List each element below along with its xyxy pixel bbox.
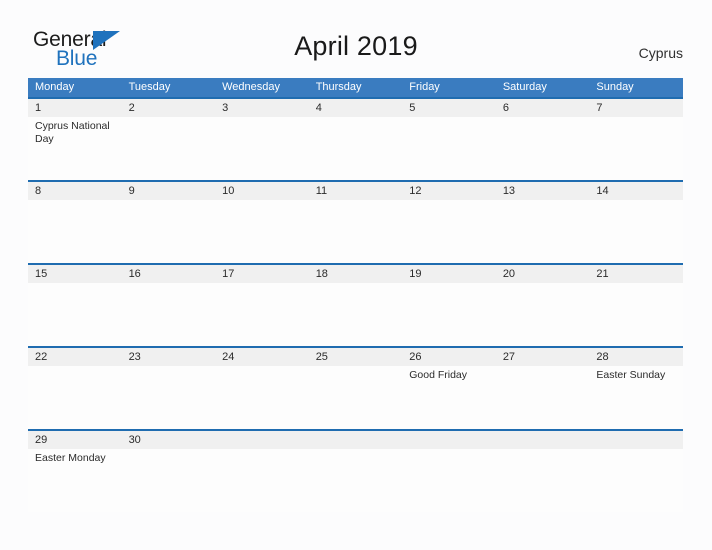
date-number[interactable]: 25	[309, 348, 403, 366]
day-of-week-header: Monday Tuesday Wednesday Thursday Friday Satu…	[28, 78, 683, 97]
calendar-week-row: 8 9 10 11 12 13 14	[28, 180, 683, 263]
page-title: April 2019	[294, 31, 418, 61]
day-cell	[496, 117, 590, 180]
day-cell	[215, 283, 309, 346]
day-cell	[122, 117, 216, 180]
week-event-band	[28, 283, 683, 346]
date-number[interactable]: 1	[28, 99, 122, 117]
date-number[interactable]	[402, 431, 496, 449]
date-number[interactable]: 13	[496, 182, 590, 200]
date-number[interactable]: 5	[402, 99, 496, 117]
date-number[interactable]: 11	[309, 182, 403, 200]
day-cell	[402, 117, 496, 180]
day-cell	[122, 366, 216, 429]
day-cell	[402, 449, 496, 512]
date-number[interactable]: 18	[309, 265, 403, 283]
date-number[interactable]: 23	[122, 348, 216, 366]
week-event-band: Easter Monday	[28, 449, 683, 512]
day-of-week-sunday: Sunday	[596, 81, 634, 93]
week-date-band: 1234567	[28, 97, 683, 117]
date-number[interactable]: 21	[589, 265, 683, 283]
day-cell	[215, 449, 309, 512]
date-number[interactable]: 6	[496, 99, 590, 117]
date-number[interactable]: 2	[122, 99, 216, 117]
day-cell	[309, 449, 403, 512]
day-cell	[402, 200, 496, 263]
week-event-band: Good Friday Easter Sunday	[28, 366, 683, 429]
date-number[interactable]: 4	[309, 99, 403, 117]
day-cell	[122, 449, 216, 512]
day-of-week-friday: Friday	[409, 81, 440, 93]
page-header: General Blue April 2019 Cyprus	[0, 0, 712, 76]
day-cell	[589, 449, 683, 512]
date-number[interactable]: 26	[402, 348, 496, 366]
day-of-week-monday: Monday	[35, 81, 75, 93]
holiday-event[interactable]: Good Friday	[402, 366, 496, 429]
day-cell	[28, 200, 122, 263]
date-number[interactable]: 17	[215, 265, 309, 283]
date-number[interactable]: 30	[122, 431, 216, 449]
holiday-event[interactable]: Easter Monday	[28, 449, 122, 512]
date-number[interactable]: 16	[122, 265, 216, 283]
day-cell	[589, 200, 683, 263]
day-of-week-thursday: Thursday	[315, 81, 362, 93]
date-number[interactable]: 14	[589, 182, 683, 200]
date-number[interactable]: 7	[589, 99, 683, 117]
date-number[interactable]: 8	[28, 182, 122, 200]
day-cell	[122, 200, 216, 263]
calendar-page: General Blue April 2019 Cyprus Monday Tue…	[0, 0, 712, 550]
day-cell	[496, 200, 590, 263]
calendar-table: Monday Tuesday Wednesday Thursday Friday Satu…	[28, 78, 683, 512]
date-number[interactable]: 27	[496, 348, 590, 366]
day-cell	[122, 283, 216, 346]
date-number[interactable]: 10	[215, 182, 309, 200]
date-number[interactable]: 24	[215, 348, 309, 366]
date-number[interactable]	[589, 431, 683, 449]
day-cell	[215, 366, 309, 429]
day-cell	[496, 449, 590, 512]
date-number[interactable]: 19	[402, 265, 496, 283]
week-event-band	[28, 200, 683, 263]
day-cell	[496, 283, 590, 346]
week-date-band: 8 9 10 11 12 13 14	[28, 180, 683, 200]
day-of-week-tuesday: Tuesday	[128, 81, 171, 93]
day-cell	[309, 200, 403, 263]
date-number[interactable]: 28	[589, 348, 683, 366]
date-number[interactable]	[496, 431, 590, 449]
day-cell	[28, 283, 122, 346]
day-cell	[589, 117, 683, 180]
date-number[interactable]: 29	[28, 431, 122, 449]
holiday-event[interactable]: Cyprus National Day	[28, 117, 122, 180]
date-number[interactable]	[215, 431, 309, 449]
day-cell	[309, 117, 403, 180]
date-number[interactable]: 20	[496, 265, 590, 283]
day-of-week-wednesday: Wednesday	[222, 81, 281, 93]
date-number[interactable]: 12	[402, 182, 496, 200]
holiday-event[interactable]: Easter Sunday	[589, 366, 683, 429]
date-number[interactable]: 22	[28, 348, 122, 366]
day-cell	[215, 200, 309, 263]
day-cell	[309, 283, 403, 346]
day-of-week-saturday: Saturday	[502, 81, 547, 93]
date-number[interactable]	[309, 431, 403, 449]
day-cell	[402, 283, 496, 346]
week-date-band: 22 23 24 25 26 27 28	[28, 346, 683, 366]
country-label: Cyprus	[638, 45, 683, 61]
calendar-week-row: 22 23 24 25 26 27 28 Good Friday Easter Sunday	[28, 346, 683, 429]
week-event-band: Cyprus National Day	[28, 117, 683, 180]
calendar-week-row: 29 30 Easter Monday	[28, 429, 683, 512]
calendar-week-row: 15 16 17 18 19 20 21	[28, 263, 683, 346]
day-cell	[309, 366, 403, 429]
day-cell	[28, 366, 122, 429]
week-date-band: 29 30	[28, 429, 683, 449]
day-cell	[215, 117, 309, 180]
day-cell	[589, 283, 683, 346]
date-number[interactable]: 9	[122, 182, 216, 200]
calendar-weeks: 1 2 3 4 5 6 7 Cyprus National Day 8 9 10 11 12 13 14 15…	[28, 97, 683, 512]
date-number[interactable]: 3	[215, 99, 309, 117]
week-date-band: 15 16 17 18 19 20 21	[28, 263, 683, 283]
calendar-week-row: 1 2 3 4 5 6 7 Cyprus National Day	[28, 97, 683, 180]
date-number[interactable]: 15	[28, 265, 122, 283]
day-cell	[496, 366, 590, 429]
